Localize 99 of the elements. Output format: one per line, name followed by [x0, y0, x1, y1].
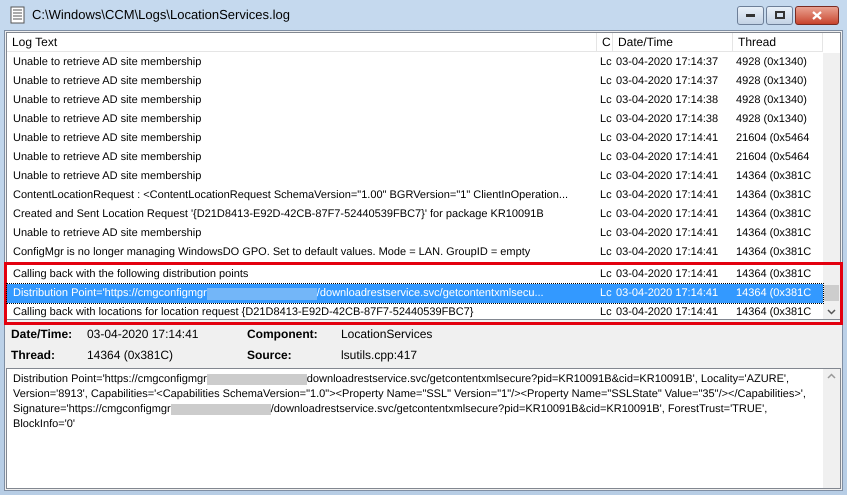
thread-cell-text: 14364 (0x381C	[735, 245, 812, 260]
log-file-icon	[10, 6, 26, 24]
maximize-icon	[774, 11, 784, 19]
log-row[interactable]: Unable to retrieve AD site membership Lc 03-04-2020 17:14:38 4928 (0x1340)	[7, 110, 823, 129]
thread-cell-text: 14364 (0x381C	[735, 286, 812, 302]
log-text: Unable to retrieve AD site membership	[13, 74, 202, 90]
datetime-cell-text: 03-04-2020 17:14:41	[615, 207, 720, 222]
log-text: ConfigMgr is no longer managing WindowsDO GPO. Set to default values. Mode = LAN. GroupID = empty	[13, 245, 530, 260]
datetime-cell-text: 03-04-2020 17:14:37	[615, 55, 720, 70]
component-cell-text: Lc	[599, 226, 613, 242]
log-text: Unable to retrieve AD site membership	[13, 55, 202, 70]
minimize-button[interactable]	[737, 6, 764, 24]
datetime-cell-text: 03-04-2020 17:14:41	[615, 188, 720, 204]
datetime-cell-text: 03-04-2020 17:14:37	[615, 74, 720, 90]
thread-cell-text: 14364 (0x381C	[735, 267, 812, 282]
thread-cell-text: 4928 (0x1340)	[735, 74, 808, 90]
log-text: Unable to retrieve AD site membership	[13, 226, 202, 242]
datetime-cell-text: 03-04-2020 17:14:41	[615, 267, 720, 282]
column-header[interactable]: Thread	[733, 33, 823, 51]
thread-cell-text: 14364 (0x381C	[735, 169, 812, 184]
column-header[interactable]: Log Text	[7, 33, 597, 51]
close-button[interactable]	[795, 6, 839, 24]
datetime-cell-text: 03-04-2020 17:14:41	[615, 245, 720, 260]
datetime-cell-text: 03-04-2020 17:14:41	[615, 150, 720, 166]
datetime-cell-text: 03-04-2020 17:14:41	[615, 226, 720, 242]
log-row[interactable]: ConfigMgr is no longer managing WindowsDO GPO. Set to default values. Mode = LAN. GroupID = empty Lc 03-04-2020 17:14:41 14364 (0x381C	[7, 243, 823, 262]
thread-cell-text: 4928 (0x1340)	[735, 93, 808, 108]
message-text: downloadrestservice.svc/getcontentxmlsecure?pid=KR10091B&cid=KR10091B', Locality='AZURE',	[306, 372, 790, 387]
component-cell-text: Lc	[599, 207, 613, 222]
thread-cell-text: 14364 (0x381C	[735, 226, 812, 242]
thread-cell-text: 14364 (0x381C	[735, 188, 812, 204]
component-cell-text: Lc	[599, 112, 613, 128]
thread-cell-text: 4928 (0x1340)	[735, 55, 808, 70]
minimize-icon	[746, 14, 755, 16]
log-text: ContentLocationRequest : <ContentLocationRequest SchemaVersion="1.00" BGRVersion="1" ClientInOperation...	[13, 188, 568, 204]
log-row[interactable]: Unable to retrieve AD site membership Lc 03-04-2020 17:14:41 21604 (0x5464	[7, 129, 823, 148]
datetime-cell-text: 03-04-2020 17:14:38	[615, 93, 720, 108]
log-text: Created and Sent Location Request '{D21D8413-E92D-42CB-87F7-52440539FBC7}' for package KR10091B	[13, 207, 544, 222]
thread-cell-text: 4928 (0x1340)	[735, 112, 808, 128]
message-text: Signature='https://cmgconfigmgr	[13, 402, 171, 417]
column-header[interactable]: C	[597, 33, 613, 51]
log-text: Unable to retrieve AD site membership	[13, 150, 202, 166]
component-cell-text: Lc	[599, 93, 613, 108]
column-header[interactable]: Date/Time	[613, 33, 733, 51]
message-text: BlockInfo='0'	[13, 417, 75, 432]
detail-value: 14364 (0x381C)	[87, 347, 174, 364]
detail-value: LocationServices	[341, 326, 434, 343]
detail-label: Component:	[247, 326, 319, 343]
message-text: Distribution Point='https://cmgconfigmgr	[13, 372, 207, 387]
component-cell-text: Lc	[599, 150, 613, 166]
component-cell-text: Lc	[599, 305, 613, 320]
datetime-cell-text: 03-04-2020 17:14:38	[615, 112, 720, 128]
component-cell-text: Lc	[599, 55, 613, 70]
log-text: /downloadrestservice.svc/getcontentxmlsecu...	[316, 286, 544, 302]
component-cell-text: Lc	[599, 245, 613, 260]
log-row[interactable]: Unable to retrieve AD site membership Lc 03-04-2020 17:14:41 14364 (0x381C	[7, 224, 823, 243]
thread-cell-text: 14364 (0x381C	[735, 305, 812, 320]
maximize-button[interactable]	[766, 6, 793, 24]
datetime-cell-text: 03-04-2020 17:14:41	[615, 286, 720, 302]
log-row[interactable]: Unable to retrieve AD site membership Lc 03-04-2020 17:14:41 21604 (0x5464	[7, 148, 823, 167]
detail-value: 03-04-2020 17:14:41	[87, 326, 200, 343]
scrollbar[interactable]	[823, 53, 840, 319]
component-cell-text: Lc	[599, 131, 613, 146]
component-cell-text: Lc	[599, 286, 613, 302]
scrollbar-thumb[interactable]	[824, 285, 839, 301]
detail-label: Thread:	[11, 347, 56, 364]
detail-label: Source:	[247, 347, 293, 364]
component-cell-text: Lc	[599, 74, 613, 90]
detail-value: lsutils.cpp:417	[341, 347, 418, 364]
message-box[interactable]	[6, 368, 841, 489]
component-cell-text: Lc	[599, 267, 613, 282]
log-text: Unable to retrieve AD site membership	[13, 93, 202, 108]
log-row[interactable]: Unable to retrieve AD site membership Lc 03-04-2020 17:14:37 4928 (0x1340)	[7, 53, 823, 72]
component-cell-text: Lc	[599, 169, 613, 184]
log-row[interactable]: ContentLocationRequest : <ContentLocationRequest SchemaVersion="1.00" BGRVersion="1" ClientInOperation... Lc 03-04-2020 17:14:41 14364 (0x381C	[7, 186, 823, 205]
component-cell-text: Lc	[599, 188, 613, 204]
datetime-cell-text: 03-04-2020 17:14:41	[615, 169, 720, 184]
log-text: Distribution Point='https://cmgconfigmgr	[13, 286, 207, 302]
log-row[interactable]: Calling back with the following distribution points Lc 03-04-2020 17:14:41 14364 (0x381C	[7, 265, 823, 284]
log-row[interactable]: Calling back with locations for location request {D21D8413-E92D-42CB-87F7-52440539FBC7} Lc 03-04-2020 17:14:41 14364 (0x381C	[7, 303, 823, 322]
message-text: /downloadrestservice.svc/getcontentxmlsecure?pid=KR10091B&cid=KR10091B', ForestTrust='TRUE',	[270, 402, 768, 417]
thread-cell-text: 21604 (0x5464	[735, 150, 810, 166]
datetime-cell-text: 03-04-2020 17:14:41	[615, 305, 720, 320]
log-text: Unable to retrieve AD site membership	[13, 169, 202, 184]
close-icon	[812, 10, 822, 20]
thread-cell-text: 14364 (0x381C	[735, 207, 812, 222]
log-text: Calling back with locations for location request {D21D8413-E92D-42CB-87F7-52440539FBC7}	[13, 305, 474, 320]
log-text: Calling back with the following distribution points	[13, 267, 248, 282]
log-text: Unable to retrieve AD site membership	[13, 112, 202, 128]
detail-label: Date/Time:	[11, 326, 74, 343]
log-row[interactable]: Created and Sent Location Request '{D21D8413-E92D-42CB-87F7-52440539FBC7}' for package KR10091B Lc 03-04-2020 17:14:41 14364 (0x381C	[7, 205, 823, 224]
log-row[interactable]: Unable to retrieve AD site membership Lc 03-04-2020 17:14:41 14364 (0x381C	[7, 167, 823, 186]
thread-cell-text: 21604 (0x5464	[735, 131, 810, 146]
message-text: Version='8913', Capabilities='<Capabilities SchemaVersion="1.0"><Property Name="SSL" Version="1"/><Property Name="SSLState" Value="35"/></Capabilities>',	[13, 387, 806, 402]
window-title: C:\Windows\CCM\Logs\LocationServices.log	[32, 6, 290, 24]
log-text: Unable to retrieve AD site membership	[13, 131, 202, 146]
datetime-cell-text: 03-04-2020 17:14:41	[615, 131, 720, 146]
log-row[interactable]: Unable to retrieve AD site membership Lc 03-04-2020 17:14:37 4928 (0x1340)	[7, 72, 823, 91]
log-row[interactable]: Unable to retrieve AD site membership Lc 03-04-2020 17:14:38 4928 (0x1340)	[7, 91, 823, 110]
